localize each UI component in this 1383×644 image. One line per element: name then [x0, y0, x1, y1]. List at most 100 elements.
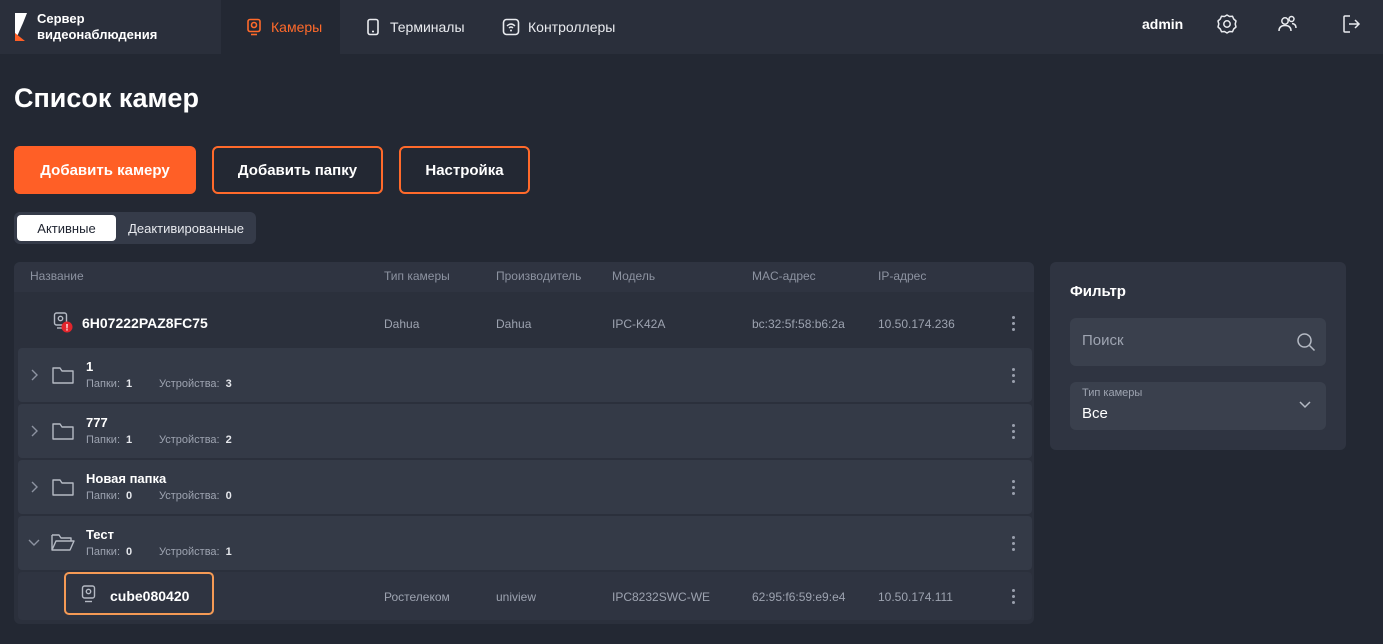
add-folder-button[interactable]: Добавить папку [212, 146, 383, 194]
folder-device-count: Устройства: 1 [159, 546, 232, 558]
search-input[interactable] [1082, 332, 1282, 349]
camera-ip: 10.50.174.111 [878, 590, 953, 604]
header-mac[interactable]: MAC-адрес [752, 269, 816, 283]
header-type[interactable]: Тип камеры [384, 269, 450, 283]
app-name-line2: видеонаблюдения [37, 27, 158, 42]
folder-device-count: Устройства: 2 [159, 434, 232, 446]
nav-terminals-label: Терминалы [390, 19, 465, 35]
devices-count: 1 [225, 546, 232, 558]
app-logo[interactable]: Сервер видеонаблюдения [0, 0, 221, 54]
logo-icon [15, 13, 27, 41]
devices-count: 3 [225, 378, 232, 390]
current-user[interactable]: admin [1142, 16, 1183, 32]
devices-label: Устройства: [159, 378, 220, 390]
camera-type-select[interactable]: Тип камеры Все [1070, 382, 1326, 430]
folders-label: Папки: [86, 378, 120, 390]
status-tabs: Активные Деактивированные [14, 212, 256, 244]
table-header: Название Тип камеры Производитель Модель… [14, 262, 1034, 292]
users-icon[interactable] [1276, 13, 1298, 35]
nav-cameras-label: Камеры [271, 19, 323, 35]
folder-name[interactable]: Тест [86, 527, 114, 542]
controller-icon [502, 18, 520, 36]
devices-count: 2 [225, 434, 232, 446]
nav-controllers[interactable]: Контроллеры [502, 0, 615, 54]
folders-count: 0 [126, 490, 133, 502]
camera-ip: 10.50.174.236 [878, 317, 955, 331]
folder-name[interactable]: 777 [86, 415, 108, 430]
folder-name[interactable]: Новая папка [86, 471, 166, 486]
folder-device-count: Устройства: 3 [159, 378, 232, 390]
app-name-line1: Сервер [37, 11, 85, 26]
tab-deactivated[interactable]: Деактивированные [116, 215, 256, 241]
row-menu-icon[interactable] [1012, 536, 1016, 552]
camera-mac: 62:95:f6:59:e9:e4 [752, 590, 846, 604]
row-menu-icon[interactable] [1012, 424, 1016, 440]
header-name[interactable]: Название [30, 269, 84, 283]
add-camera-button[interactable]: Добавить камеру [14, 146, 196, 194]
chevron-down-icon[interactable] [26, 537, 42, 549]
folder-device-count: Устройства: 0 [159, 490, 232, 502]
filter-panel: Фильтр Тип камеры Все [1050, 262, 1346, 450]
header-vendor[interactable]: Производитель [496, 269, 581, 283]
settings-button[interactable]: Настройка [399, 146, 530, 194]
camera-offline-icon: ! [53, 312, 73, 333]
row-menu-icon[interactable] [1012, 589, 1016, 605]
camera-name[interactable]: 6H07222PAZ8FC75 [82, 315, 208, 331]
search-icon[interactable] [1296, 332, 1316, 352]
camera-model: IPC8232SWC-WE [612, 590, 711, 604]
terminal-icon [367, 18, 379, 36]
camera-vendor: uniview [496, 590, 537, 604]
folders-count: 1 [126, 434, 133, 446]
chevron-right-icon[interactable] [28, 423, 40, 439]
tab-active[interactable]: Активные [17, 215, 116, 241]
camera-type-value: Все [1082, 405, 1108, 422]
folder-open-icon [51, 534, 75, 551]
camera-mac: bc:32:5f:58:b6:2a [752, 317, 845, 331]
folders-label: Папки: [86, 490, 120, 502]
page-title: Список камер [14, 83, 199, 113]
camera-table: Название Тип камеры Производитель Модель… [14, 262, 1034, 624]
camera-model: IPC-K42A [612, 317, 666, 331]
camera-vendor: Dahua [496, 317, 532, 331]
nav-cameras[interactable]: Камеры [221, 0, 340, 54]
camera-type: Ростелеком [384, 590, 450, 604]
devices-label: Устройства: [159, 546, 220, 558]
camera-type-label: Тип камеры [1082, 387, 1143, 399]
header-model[interactable]: Модель [612, 269, 655, 283]
row-menu-icon[interactable] [1012, 480, 1016, 496]
devices-label: Устройства: [159, 490, 220, 502]
folder-subfolder-count: Папки: 1 [86, 378, 132, 390]
search-field[interactable] [1070, 318, 1326, 366]
table-row-folder-expanded[interactable]: Тест Папки: 0 Устройства: 1 [18, 516, 1032, 570]
filter-title: Фильтр [1070, 283, 1126, 300]
table-row-folder[interactable]: 1 Папки: 1 Устройства: 3 [18, 348, 1032, 402]
row-menu-icon[interactable] [1012, 368, 1016, 384]
folder-subfolder-count: Папки: 0 [86, 546, 132, 558]
table-row-camera[interactable]: ! 6H07222PAZ8FC75 Dahua Dahua IPC-K42A b… [14, 298, 1034, 348]
chevron-right-icon[interactable] [28, 479, 40, 495]
logout-icon[interactable] [1340, 13, 1362, 35]
folder-name[interactable]: 1 [86, 359, 93, 374]
settings-gear-icon[interactable] [1216, 13, 1238, 35]
app-name: Сервер видеонаблюдения [37, 11, 157, 43]
folders-label: Папки: [86, 546, 120, 558]
folder-icon [52, 479, 74, 496]
chevron-down-icon[interactable] [1298, 400, 1312, 410]
table-row-folder[interactable]: Новая папка Папки: 0 Устройства: 0 [18, 460, 1032, 514]
folders-label: Папки: [86, 434, 120, 446]
error-badge: ! [66, 322, 69, 332]
nav-controllers-label: Контроллеры [528, 19, 616, 35]
folders-count: 0 [126, 546, 133, 558]
folders-count: 1 [126, 378, 133, 390]
folder-subfolder-count: Папки: 0 [86, 490, 132, 502]
header-ip[interactable]: IP-адрес [878, 269, 926, 283]
nav-terminals[interactable]: Терминалы [364, 0, 465, 54]
chevron-right-icon[interactable] [28, 367, 40, 383]
devices-label: Устройства: [159, 434, 220, 446]
table-row-folder[interactable]: 777 Папки: 1 Устройства: 2 [18, 404, 1032, 458]
folder-subfolder-count: Папки: 1 [86, 434, 132, 446]
top-bar: Сервер видеонаблюдения Камеры Терминалы … [0, 0, 1383, 54]
row-menu-icon[interactable] [1012, 316, 1016, 332]
selection-highlight [64, 572, 214, 615]
devices-count: 0 [225, 490, 232, 502]
